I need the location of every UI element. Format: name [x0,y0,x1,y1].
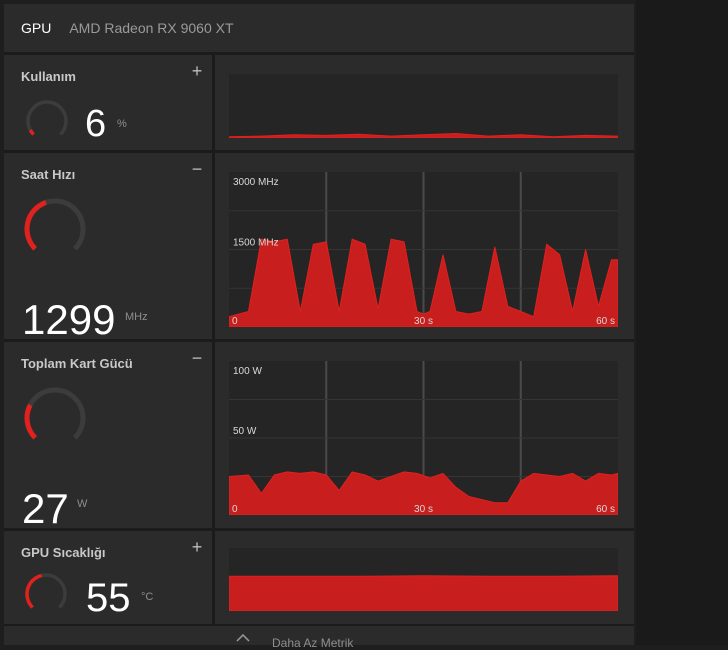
metric-unit: °C [141,591,153,603]
metric-row-temperature: GPU Sıcaklığı + 55 °C [4,531,634,624]
y-tick-label: 100 W [233,366,262,377]
gauge-fill [30,130,33,134]
gpu-label: GPU [21,20,51,36]
metric-row-board-power: Toplam Kart Gücü − 27 W 100 W 50 W 0 30 s 60… [4,342,634,528]
metric-chart-panel: 100 W 50 W 0 30 s 60 s [215,342,634,528]
x-tick-label: 60 s [596,504,615,515]
metric-unit: MHz [125,311,148,323]
usage-chart [229,74,618,138]
background-strip [636,0,728,645]
expand-toggle[interactable]: + [190,540,204,554]
gauge-track [27,390,83,438]
chevron-up-icon [236,634,250,642]
series-area [229,576,618,611]
metric-chart-panel: 3000 MHz 1500 MHz 0 30 s 60 s [215,153,634,339]
metric-summary: Saat Hızı − 1299 MHz [4,153,212,339]
collapse-toggle[interactable]: − [190,351,204,365]
gpu-metrics-panel: GPU AMD Radeon RX 9060 XT Kullanım + 6 %… [4,4,634,645]
clock-gauge-icon [22,196,88,262]
metric-summary: GPU Sıcaklığı + 55 °C [4,531,212,624]
board-power-chart: 100 W 50 W 0 30 s 60 s [229,361,618,515]
metric-unit: % [117,118,127,130]
collapse-toggle[interactable]: − [190,162,204,176]
gpu-model-name: AMD Radeon RX 9060 XT [69,20,233,36]
usage-gauge-icon [24,98,70,144]
gauge-track [28,102,66,134]
metric-value: 1299 [22,296,115,344]
metric-summary: Kullanım + 6 % [4,55,212,150]
expand-toggle[interactable]: + [190,64,204,78]
temperature-gauge-icon [23,571,69,617]
less-metrics-label: Daha Az Metrik [272,636,353,650]
metric-summary: Toplam Kart Gücü − 27 W [4,342,212,528]
less-metrics-button[interactable]: Daha Az Metrik [4,626,634,645]
x-tick-label: 30 s [414,316,433,327]
panel-header: GPU AMD Radeon RX 9060 XT [4,4,634,52]
metric-value: 27 [22,485,69,533]
gauge-fill [27,576,42,608]
metric-unit: W [77,498,87,510]
x-tick-label: 0 [232,316,238,327]
metric-title: Kullanım [21,69,76,84]
temperature-chart [229,548,618,611]
gauge-fill [27,203,46,249]
metric-row-usage: Kullanım + 6 % [4,55,634,150]
y-tick-label: 50 W [233,426,257,437]
power-gauge-icon [22,385,88,451]
gauge-fill [27,405,35,438]
metric-title: Saat Hızı [21,167,75,182]
metric-row-clock-speed: Saat Hızı − 1299 MHz 3000 MHz1500 MHz030… [4,153,634,339]
x-tick-label: 0 [232,504,238,515]
metric-title: Toplam Kart Gücü [21,356,133,371]
chart-background [229,74,618,138]
metric-title: GPU Sıcaklığı [21,545,106,560]
metric-chart-panel [215,531,634,624]
metric-value: 55 [86,576,131,621]
y-tick-label: 3000 MHz [233,177,279,188]
x-tick-label: 60 s [596,316,615,327]
metric-value: 6 [85,103,106,146]
x-tick-label: 30 s [414,504,433,515]
y-tick-label: 1500 MHz [233,238,279,249]
clock-speed-chart: 3000 MHz 1500 MHz 0 30 s 60 s [229,172,618,327]
metric-chart-panel [215,55,634,150]
